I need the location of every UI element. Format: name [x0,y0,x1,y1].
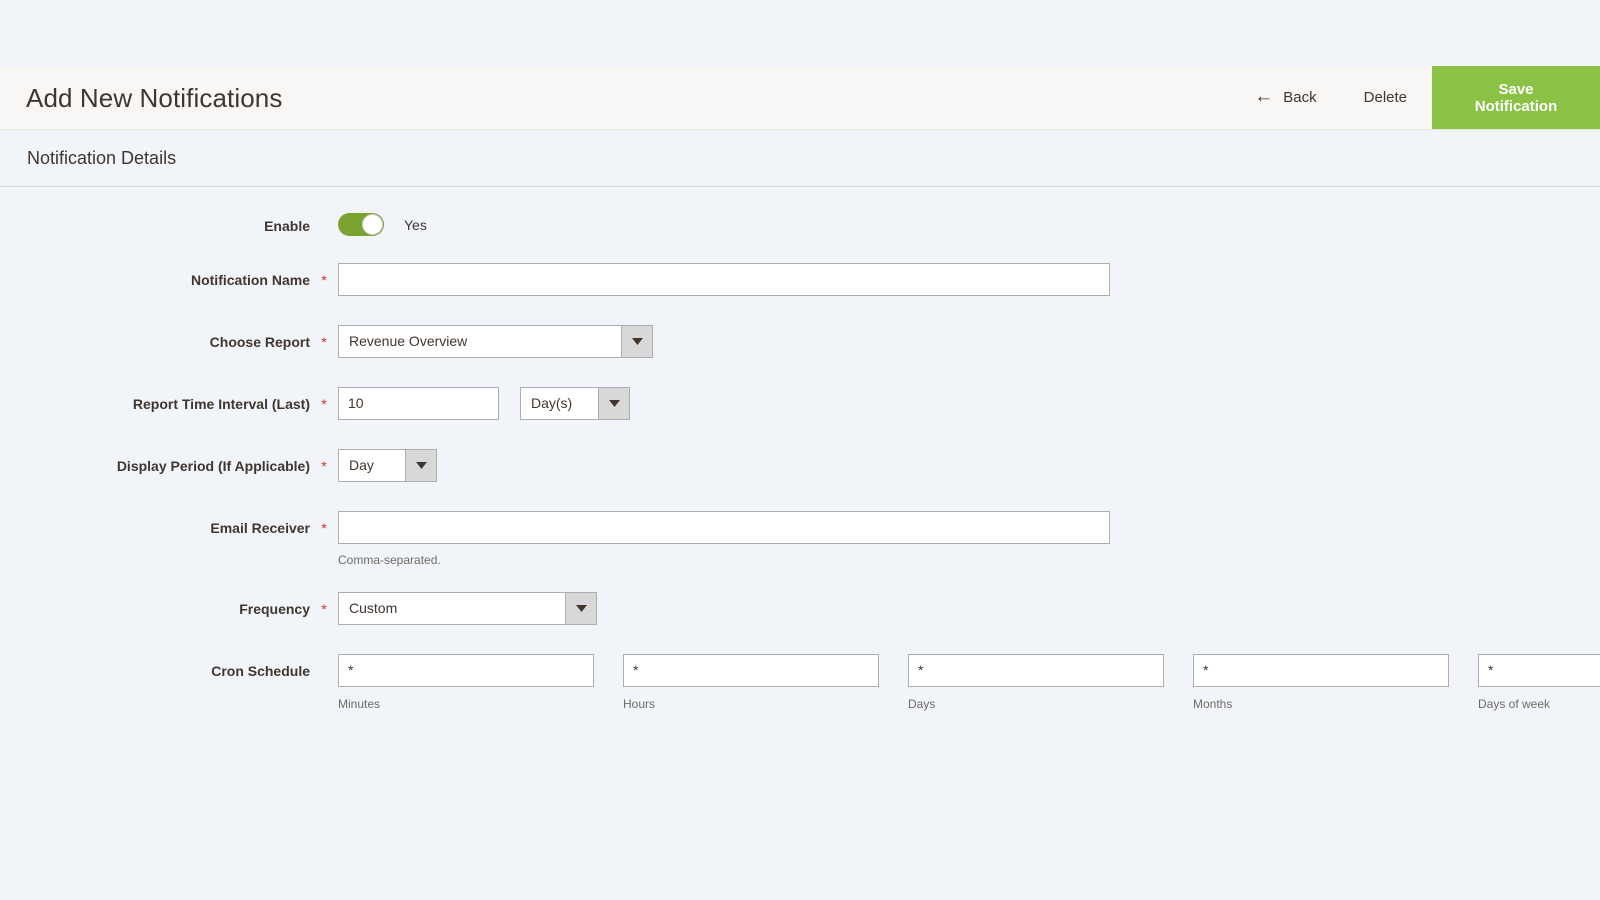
required-marker: * [310,519,338,539]
choose-report-label: Choose Report* [0,325,338,353]
display-period-control: Day [338,449,1600,482]
enable-toggle[interactable] [338,213,384,236]
frequency-value: Custom [339,593,565,624]
frequency-select[interactable]: Custom [338,592,597,625]
arrow-left-icon: ← [1254,87,1273,106]
choose-report-select[interactable]: Revenue Overview [338,325,653,358]
cron-minutes-sublabel: Minutes [338,697,594,711]
notification-name-input[interactable] [338,263,1110,296]
required-marker: * [310,271,338,291]
cron-field-minutes: Minutes [338,654,594,711]
field-row-enable: Enable Yes [0,209,1600,237]
display-period-label: Display Period (If Applicable)* [0,449,338,477]
display-period-value: Day [339,450,405,481]
field-row-email-receiver: Email Receiver* Comma-separated. [0,511,1600,567]
delete-button-label: Delete [1364,89,1407,106]
cron-days-of-week-sublabel: Days of week [1478,697,1600,711]
chevron-down-icon[interactable] [598,388,629,419]
frequency-label: Frequency* [0,592,338,620]
email-receiver-hint: Comma-separated. [338,553,1600,567]
cron-field-days: Days [908,654,1164,711]
choose-report-value: Revenue Overview [339,326,621,357]
cron-hours-sublabel: Hours [623,697,879,711]
page-title: Add New Notifications [26,85,282,111]
back-button[interactable]: ← Back [1232,66,1338,129]
section-title: Notification Details [27,148,176,169]
notification-form: Enable Yes Notification Name* Choose Rep… [0,187,1600,711]
choose-report-control: Revenue Overview [338,325,1600,358]
chevron-down-icon[interactable] [565,593,596,624]
report-time-interval-unit-select[interactable]: Day(s) [520,387,630,420]
report-time-interval-label: Report Time Interval (Last)* [0,387,338,415]
field-row-report-time-interval: Report Time Interval (Last)* Day(s) [0,387,1600,420]
notification-name-control [338,263,1600,296]
required-marker: * [310,333,338,353]
top-spacer [0,0,1600,66]
frequency-control: Custom [338,592,1600,625]
enable-label: Enable [0,209,338,237]
field-row-cron-schedule: Cron Schedule Minutes Hours Days Mon [0,654,1600,711]
field-row-choose-report: Choose Report* Revenue Overview [0,325,1600,358]
enable-toggle-state-label: Yes [404,217,427,233]
field-row-frequency: Frequency* Custom [0,592,1600,625]
cron-months-input[interactable] [1193,654,1449,687]
page-header: Add New Notifications ← Back Delete Save… [0,66,1600,130]
report-time-interval-control: Day(s) [338,387,1600,420]
chevron-down-icon[interactable] [621,326,652,357]
display-period-select[interactable]: Day [338,449,437,482]
cron-hours-input[interactable] [623,654,879,687]
email-receiver-label: Email Receiver* [0,511,338,539]
enable-control: Yes [338,209,1600,236]
report-time-interval-unit-value: Day(s) [521,388,598,419]
email-receiver-input[interactable] [338,511,1110,544]
back-button-label: Back [1283,89,1316,106]
cron-field-hours: Hours [623,654,879,711]
header-actions: ← Back Delete Save Notification [1232,66,1600,129]
cron-field-months: Months [1193,654,1449,711]
field-row-notification-name: Notification Name* [0,263,1600,296]
delete-button[interactable]: Delete [1339,66,1432,129]
cron-days-input[interactable] [908,654,1164,687]
cron-field-days-of-week: Days of week [1478,654,1600,711]
email-receiver-control: Comma-separated. [338,511,1600,567]
cron-days-sublabel: Days [908,697,1164,711]
cron-months-sublabel: Months [1193,697,1449,711]
notification-name-label: Notification Name* [0,263,338,291]
cron-schedule-label: Cron Schedule [0,654,338,682]
save-notification-button[interactable]: Save Notification [1432,66,1600,129]
required-marker: * [310,395,338,415]
toggle-knob [362,214,383,235]
required-marker: * [310,457,338,477]
cron-days-of-week-input[interactable] [1478,654,1600,687]
required-marker: * [310,600,338,620]
cron-schedule-control: Minutes Hours Days Months Days of week [338,654,1600,711]
cron-minutes-input[interactable] [338,654,594,687]
section-header: Notification Details [0,130,1600,187]
report-time-interval-input[interactable] [338,387,499,420]
chevron-down-icon[interactable] [405,450,436,481]
field-row-display-period: Display Period (If Applicable)* Day [0,449,1600,482]
